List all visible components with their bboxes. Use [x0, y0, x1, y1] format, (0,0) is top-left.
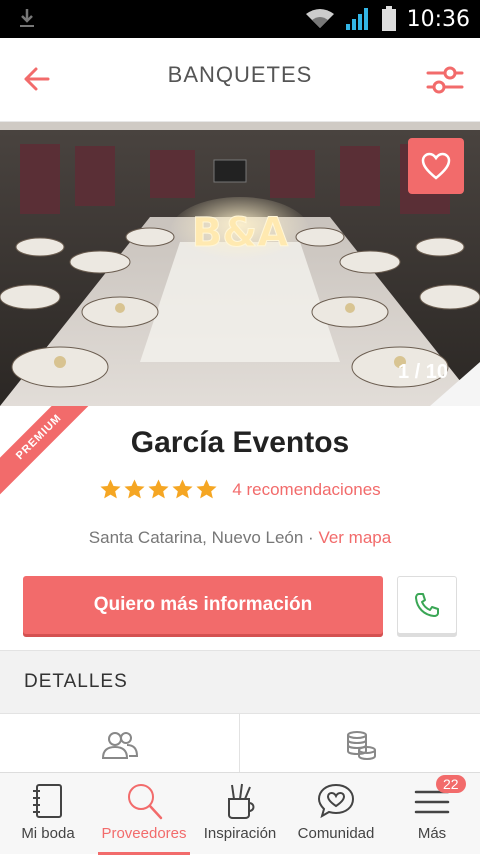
guests-icon — [101, 732, 139, 759]
status-bar: 10:36 — [0, 0, 480, 38]
favorite-button[interactable] — [408, 138, 464, 194]
vendor-location: Santa Catarina, Nuevo León · Ver mapa — [0, 528, 480, 548]
filters-icon[interactable] — [426, 64, 464, 96]
battery-icon — [381, 6, 396, 31]
nav-more[interactable]: 22 Más — [384, 773, 480, 855]
nav-label: Mi boda — [21, 825, 75, 842]
star-icon — [124, 479, 145, 499]
recommendations-link[interactable]: 4 recomendaciones — [232, 480, 380, 500]
star-icon — [100, 479, 121, 499]
view-map-link[interactable]: Ver mapa — [318, 528, 391, 547]
status-time: 10:36 — [406, 6, 470, 32]
location-text: Santa Catarina, Nuevo León · — [88, 528, 319, 547]
brush-cup-icon — [228, 783, 255, 819]
bottom-navigation: Mi boda Proveedores Inspiración Comunida… — [0, 772, 480, 855]
chat-heart-icon — [317, 783, 355, 819]
nav-community[interactable]: Comunidad — [288, 773, 384, 855]
nav-label: Inspiración — [203, 825, 277, 842]
nav-label: Más — [417, 825, 447, 842]
nav-my-wedding[interactable]: Mi boda — [0, 773, 96, 855]
request-info-button[interactable]: Quiero más información — [23, 576, 383, 634]
details-title: DETALLES — [24, 671, 128, 692]
details-section-header: DETALLES — [0, 650, 480, 714]
app-bar: BANQUETES — [0, 38, 480, 122]
star-icon — [196, 479, 217, 499]
download-notification-icon — [20, 9, 34, 27]
phone-icon — [415, 593, 439, 617]
star-icon — [172, 479, 193, 499]
svg-text:B&A: B&A — [192, 210, 288, 256]
wifi-icon — [305, 9, 334, 28]
rating-row: 4 recomendaciones — [0, 478, 480, 501]
signal-icon — [345, 8, 368, 30]
details-divider — [239, 714, 240, 772]
notebook-icon — [33, 784, 62, 818]
notification-badge: 22 — [436, 775, 466, 793]
nav-inspiration[interactable]: Inspiración — [192, 773, 288, 855]
heart-icon — [421, 152, 451, 180]
nav-label: Proveedores — [101, 825, 187, 842]
details-row — [0, 714, 480, 772]
search-icon — [128, 784, 163, 820]
vendor-name: García Eventos — [130, 426, 350, 459]
star-icon — [148, 479, 169, 499]
nav-label: Comunidad — [297, 825, 375, 842]
price-coins-icon — [347, 731, 376, 760]
photo-counter: 1 / 10 — [397, 361, 448, 383]
call-button[interactable] — [397, 576, 457, 634]
rating-stars — [99, 478, 218, 501]
page-title: BANQUETES — [167, 62, 313, 87]
venue-photo-gallery[interactable]: B&A 1 / 10 — [0, 122, 480, 406]
nav-vendors[interactable]: Proveedores — [96, 773, 192, 855]
